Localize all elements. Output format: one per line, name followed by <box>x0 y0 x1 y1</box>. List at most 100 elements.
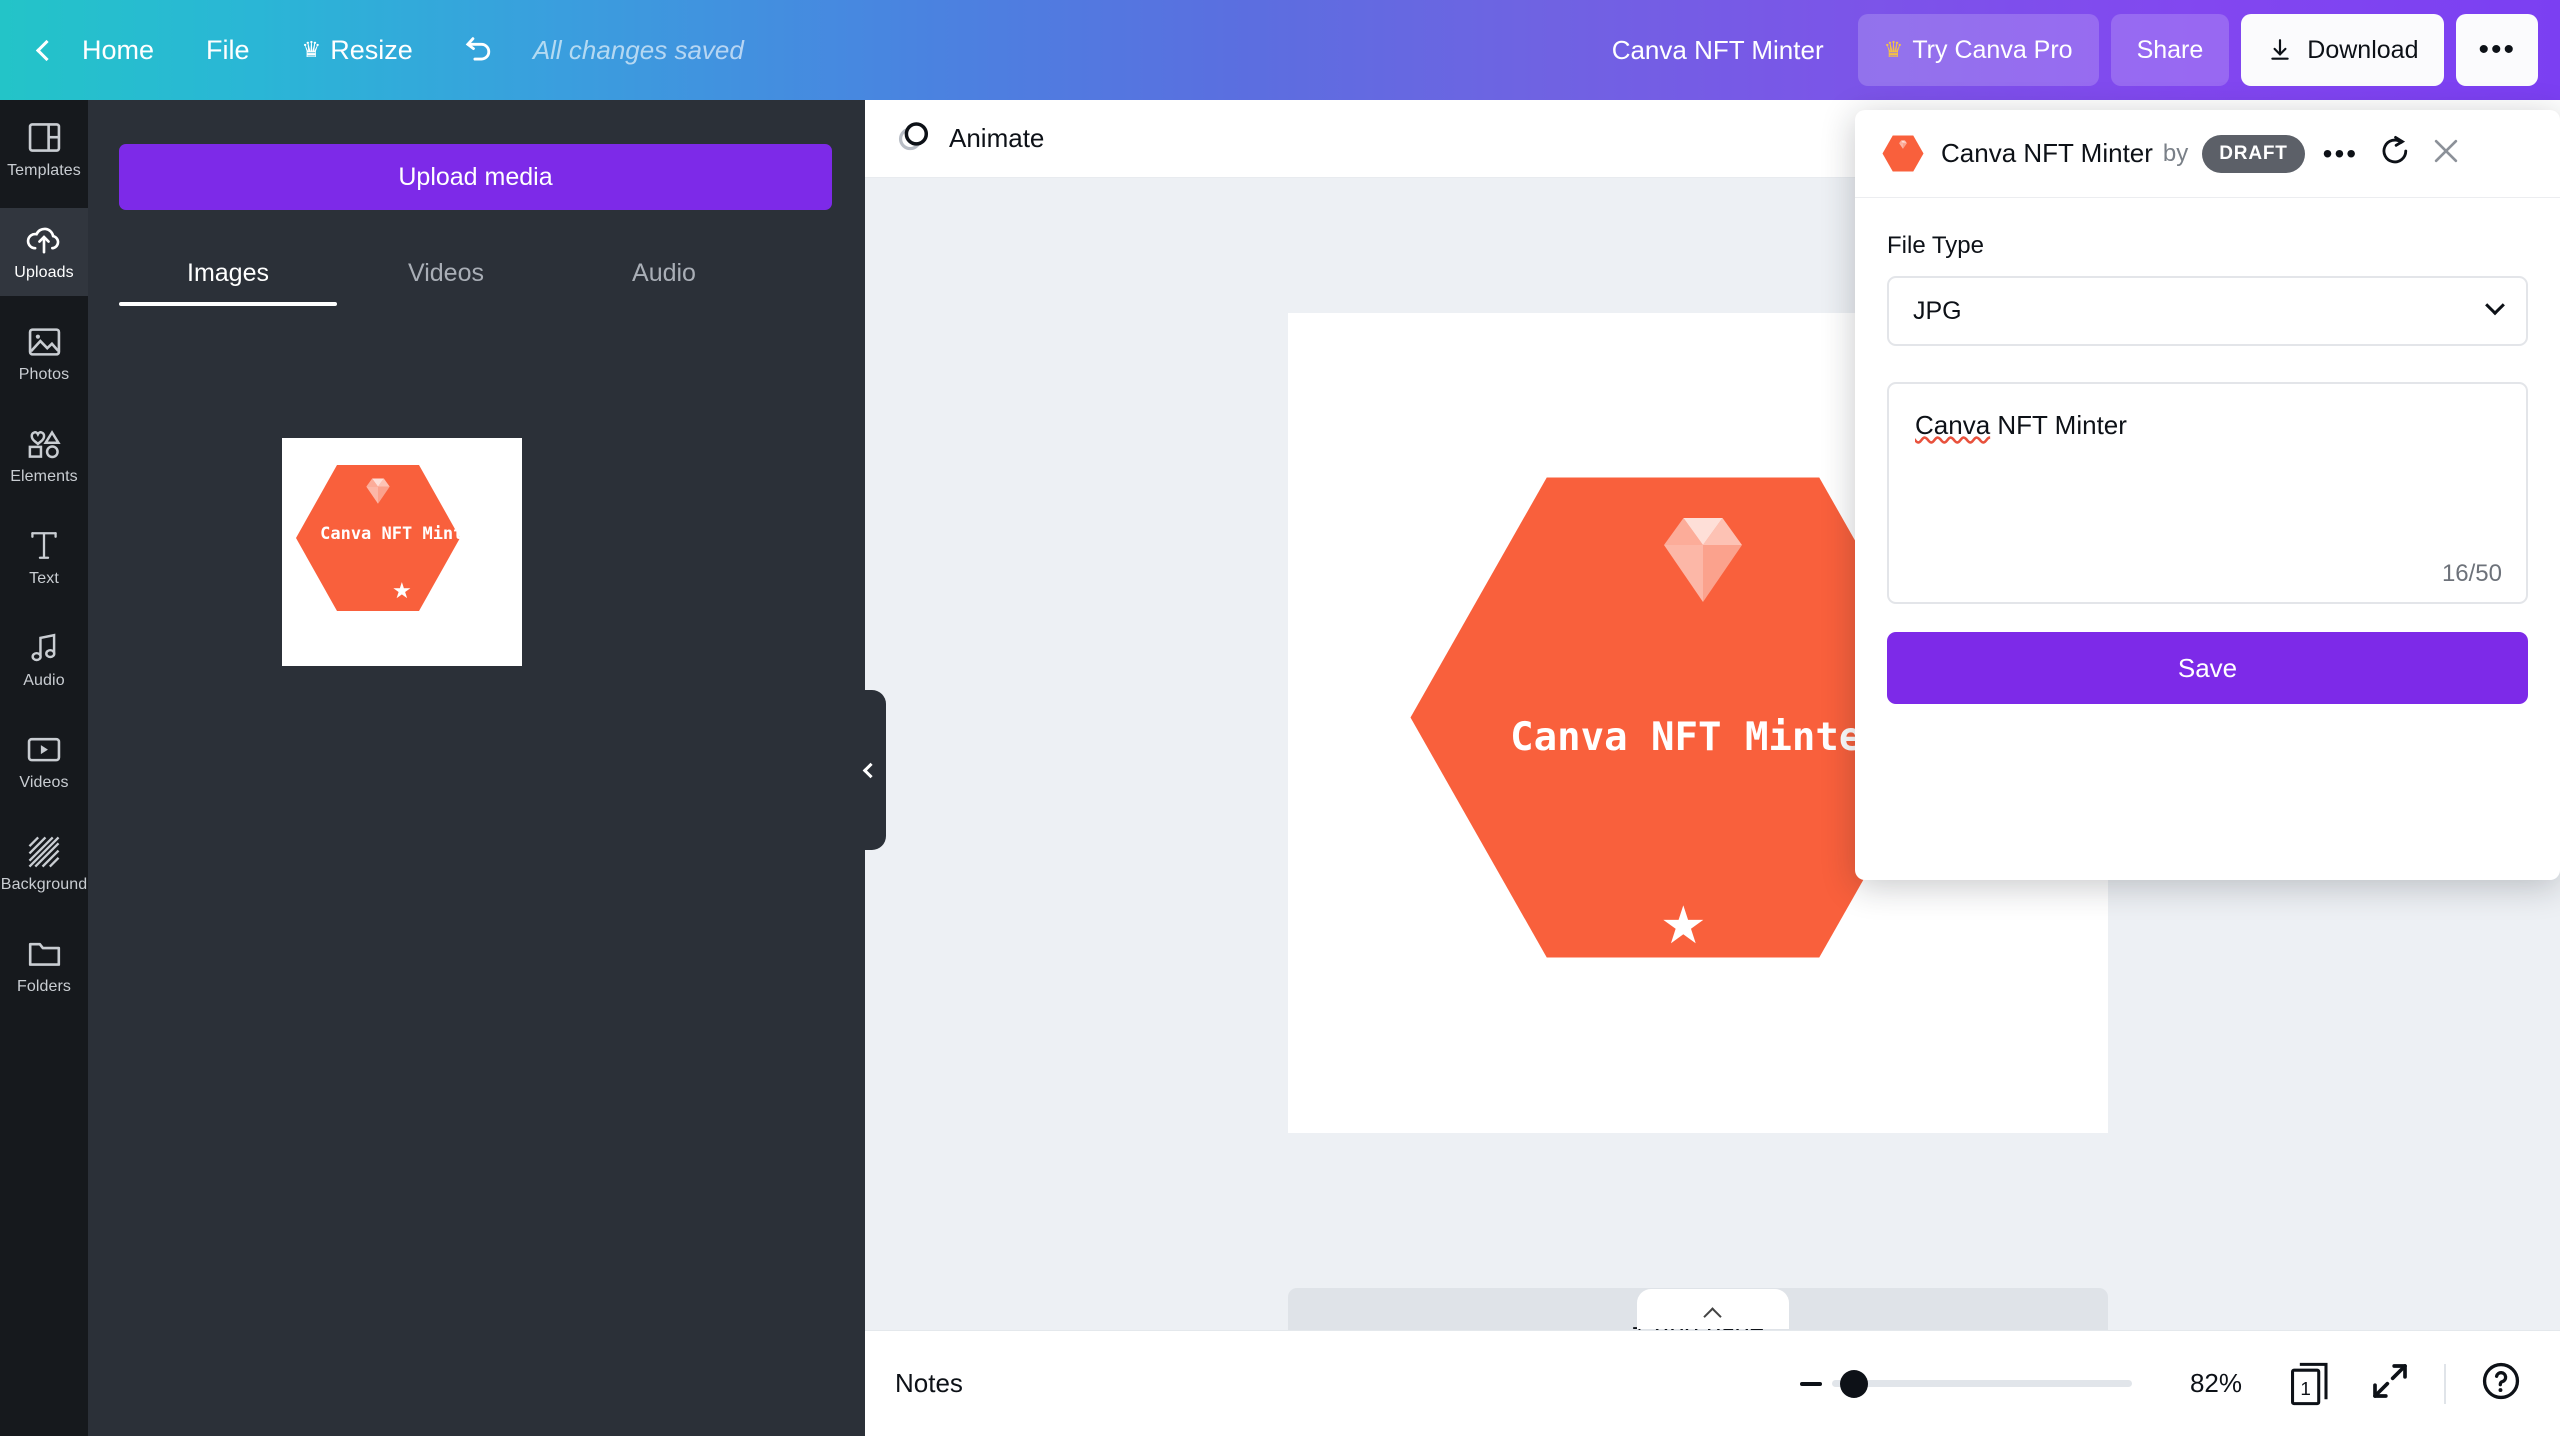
tab-audio[interactable]: Audio <box>555 245 773 306</box>
bottom-status-bar: Notes 82% 1 <box>865 1330 2560 1436</box>
top-toolbar-right: Canva NFT Minter ♛ Try Canva Pro Share D… <box>1612 0 2560 100</box>
sidebar-item-photos[interactable]: Photos <box>0 310 88 398</box>
chevron-up-icon <box>1703 1307 1722 1326</box>
star-icon: ★ <box>1660 897 1707 955</box>
notes-button[interactable]: Notes <box>895 1368 963 1399</box>
templates-icon <box>28 121 61 155</box>
nft-name-value-rest: NFT Minter <box>1990 410 2127 440</box>
dialog-header: Canva NFT Minter by DRAFT ••• <box>1855 110 2560 198</box>
save-button[interactable]: Save <box>1887 632 2528 704</box>
undo-icon <box>465 37 490 61</box>
sidebar-item-videos[interactable]: Videos <box>0 718 88 806</box>
tab-label: Images <box>187 259 269 287</box>
chevron-left-icon <box>862 762 879 778</box>
app-export-dialog: Canva NFT Minter by DRAFT ••• File Type … <box>1855 110 2560 880</box>
download-button[interactable]: Download <box>2241 14 2445 86</box>
page-number: 1 <box>2300 1378 2311 1399</box>
left-sidebar-rail: Templates Uploads Photos Elements Text A… <box>0 100 88 1436</box>
share-button[interactable]: Share <box>2110 14 2230 86</box>
dialog-title: Canva NFT Minter <box>1941 138 2153 168</box>
sidebar-item-label: Folders <box>16 977 72 995</box>
home-button[interactable]: Home <box>56 0 180 100</box>
folder-icon <box>28 937 61 971</box>
share-label: Share <box>2136 35 2204 64</box>
zoom-slider-knob[interactable] <box>1839 1369 1868 1398</box>
file-menu-button[interactable]: File <box>180 0 276 100</box>
nft-name-textarea[interactable]: Canva NFT Minter 16/50 <box>1887 382 2528 604</box>
sidebar-item-label: Templates <box>7 161 81 179</box>
upload-media-button[interactable]: Upload media <box>119 144 832 210</box>
help-circle-icon <box>2482 1362 2520 1400</box>
uploaded-image-thumbnail[interactable]: Canva NFT Minter ★ <box>282 438 522 666</box>
uploads-tabs: Images Videos Audio <box>119 245 832 306</box>
nft-name-value-misspelled: Canva <box>1915 410 1991 440</box>
try-canva-pro-button[interactable]: ♛ Try Canva Pro <box>1857 14 2099 86</box>
sidebar-item-label: Background <box>0 875 88 893</box>
sidebar-item-label: Uploads <box>14 263 74 281</box>
resize-button[interactable]: ♛ Resize <box>276 0 439 100</box>
sidebar-item-elements[interactable]: Elements <box>0 412 88 500</box>
download-icon <box>2267 36 2293 64</box>
notes-expand-handle[interactable] <box>1636 1289 1789 1329</box>
animate-circles-icon <box>895 117 933 160</box>
fullscreen-icon <box>2373 1364 2407 1398</box>
sidebar-item-label: Audio <box>23 671 65 689</box>
sidebar-item-background[interactable]: Background <box>0 820 88 908</box>
fullscreen-button[interactable] <box>2370 1361 2410 1406</box>
star-icon: ★ <box>392 578 412 603</box>
zoom-level: 82% <box>2189 1368 2242 1398</box>
hatch-pattern-icon <box>28 835 60 869</box>
collapse-panel-button[interactable] <box>840 690 886 850</box>
zoom-slider[interactable] <box>1831 1369 2132 1398</box>
diamond-icon <box>366 478 390 504</box>
minus-icon[interactable] <box>1799 1381 1822 1386</box>
file-type-label: File Type <box>1887 232 1984 259</box>
tab-label: Audio <box>632 259 696 287</box>
document-title[interactable]: Canva NFT Minter <box>1612 35 1824 66</box>
home-label: Home <box>82 34 155 65</box>
thumbnail-title: Canva NFT Minter <box>320 524 484 544</box>
dialog-body: File Type JPG Canva NFT Minter 16/50 Sav… <box>1855 198 2560 704</box>
sidebar-item-audio[interactable]: Audio <box>0 616 88 704</box>
top-toolbar-left: Home File ♛ Resize All changes saved <box>0 0 744 100</box>
try-pro-label: Try Canva Pro <box>1912 35 2073 64</box>
page-count-button[interactable]: 1 <box>2288 1360 2332 1408</box>
resize-label: Resize <box>330 34 413 65</box>
dialog-more-button[interactable]: ••• <box>2323 138 2358 170</box>
video-play-icon <box>27 733 61 767</box>
crown-icon: ♛ <box>301 37 322 62</box>
dialog-refresh-button[interactable] <box>2378 134 2412 173</box>
dialog-close-button[interactable] <box>2430 135 2462 172</box>
status-badge: DRAFT <box>2202 134 2305 173</box>
crown-icon: ♛ <box>1883 37 1904 62</box>
more-options-button[interactable]: ••• <box>2456 14 2538 86</box>
upload-media-label: Upload media <box>398 162 553 191</box>
refresh-icon <box>2382 135 2408 164</box>
help-button[interactable] <box>2480 1360 2522 1407</box>
top-toolbar: Home File ♛ Resize All changes saved Can… <box>0 0 2560 100</box>
more-icon: ••• <box>2478 33 2516 66</box>
music-note-icon <box>29 631 59 665</box>
upload-cloud-icon <box>26 223 62 257</box>
toolbar-divider <box>2444 1363 2446 1404</box>
tab-images[interactable]: Images <box>119 245 337 306</box>
character-counter: 16/50 <box>2441 560 2502 587</box>
diamond-icon <box>1664 518 1742 602</box>
back-button[interactable] <box>0 0 57 100</box>
tab-label: Videos <box>408 259 484 287</box>
file-type-select[interactable]: JPG <box>1887 276 2528 346</box>
chevron-down-icon <box>2485 295 2505 316</box>
animate-button[interactable]: Animate <box>949 123 1044 154</box>
photo-icon <box>28 325 61 359</box>
sidebar-item-templates[interactable]: Templates <box>0 106 88 194</box>
chevron-left-icon <box>35 39 57 61</box>
undo-button[interactable] <box>439 0 521 100</box>
save-label: Save <box>2177 652 2238 683</box>
canva-editor-app: Home File ♛ Resize All changes saved Can… <box>0 0 2560 1436</box>
sidebar-item-folders[interactable]: Folders <box>0 922 88 1010</box>
sidebar-item-uploads[interactable]: Uploads <box>0 208 88 296</box>
tab-videos[interactable]: Videos <box>337 245 555 306</box>
sidebar-item-label: Videos <box>19 773 69 791</box>
pages-icon: 1 <box>2291 1362 2328 1405</box>
sidebar-item-text[interactable]: Text <box>0 514 88 602</box>
